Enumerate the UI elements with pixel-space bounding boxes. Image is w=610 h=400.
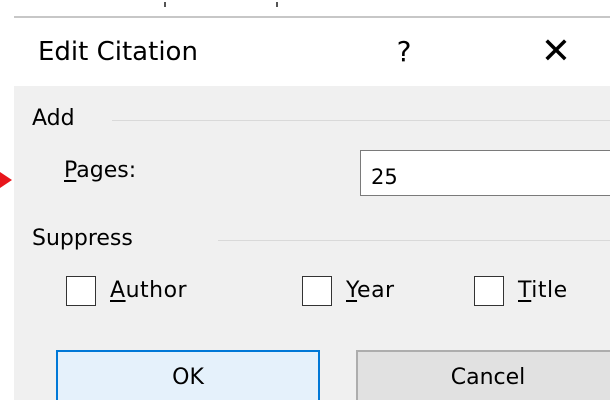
year-label-text: ear xyxy=(357,278,395,303)
add-group-divider xyxy=(112,120,610,121)
cancel-button[interactable]: Cancel xyxy=(356,350,610,400)
author-checkbox[interactable] xyxy=(66,276,96,306)
suppress-group-title: Suppress xyxy=(32,226,133,251)
dialog-title: Edit Citation xyxy=(38,37,198,67)
pages-label: Pages: xyxy=(64,156,136,186)
ok-button[interactable]: OK xyxy=(56,350,320,400)
year-checkbox[interactable] xyxy=(302,276,332,306)
add-group-title: Add xyxy=(32,106,75,131)
suppress-group-divider xyxy=(218,240,610,241)
pages-input[interactable] xyxy=(360,150,610,196)
title-label-accelerator: T xyxy=(518,278,532,303)
red-arrow-pointer-icon xyxy=(0,172,12,188)
year-label-accelerator: Y xyxy=(346,278,358,303)
author-checkbox-label: Author xyxy=(110,274,187,308)
help-icon[interactable]: ? xyxy=(386,32,422,72)
author-label-text: uthor xyxy=(125,278,188,303)
title-checkbox-label: Title xyxy=(518,274,568,308)
strip-mark xyxy=(276,2,278,7)
dialog-title-bar: Edit Citation ? ✕ xyxy=(14,18,610,86)
pages-label-accelerator: P xyxy=(64,158,77,183)
title-checkbox[interactable] xyxy=(474,276,504,306)
title-label-text: itle xyxy=(531,278,568,303)
strip-mark xyxy=(164,2,166,7)
pages-label-text: ages: xyxy=(76,158,137,183)
author-label-accelerator: A xyxy=(110,278,126,303)
close-icon[interactable]: ✕ xyxy=(534,30,578,74)
document-background-strip xyxy=(14,0,610,18)
edit-citation-dialog: Edit Citation ? ✕ Add Pages: Suppress Au… xyxy=(14,0,610,400)
year-checkbox-label: Year xyxy=(346,274,395,308)
